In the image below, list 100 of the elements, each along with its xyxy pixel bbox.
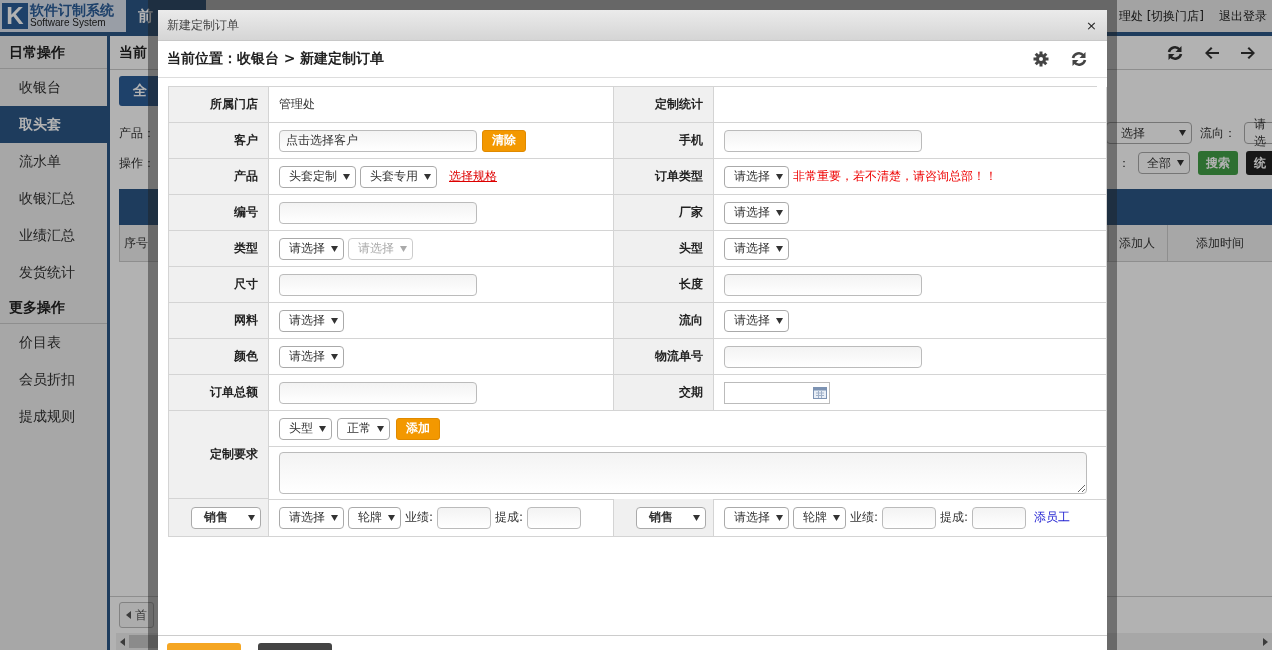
column-header: 添加时间 [1195, 235, 1245, 252]
sidebar-heading: 更多操作 [0, 291, 107, 324]
input-field[interactable] [972, 506, 1027, 529]
sidebar-item[interactable]: 收银汇总 [0, 180, 107, 217]
refresh-icon [1166, 44, 1184, 61]
caret-icon [343, 173, 350, 180]
dropdown[interactable]: 请选择 [724, 201, 789, 224]
caret-icon [400, 245, 407, 252]
dropdown[interactable]: 正常 [337, 417, 390, 440]
field-label: 定制要求 [210, 446, 258, 463]
link[interactable]: 添员工 [1034, 509, 1071, 526]
warning-text: 非常重要，若不清楚，请咨询总部！！ [793, 168, 997, 185]
input-field[interactable] [279, 381, 477, 404]
caret-icon [377, 425, 384, 432]
dropdown[interactable]: 全部 [1138, 152, 1190, 174]
caret-icon [776, 514, 783, 521]
dropdown[interactable]: 轮牌 [348, 506, 401, 529]
caret-icon [331, 245, 338, 252]
caret-icon [776, 245, 783, 252]
field-label: 所属门店 [210, 96, 258, 113]
sidebar-item[interactable]: 收银台 [0, 69, 107, 106]
dropdown[interactable]: 请选择 [724, 309, 789, 332]
dropdown[interactable]: 轮牌 [793, 506, 846, 529]
dropdown[interactable]: 请选择 [279, 506, 344, 529]
caret-icon [247, 514, 255, 521]
dropdown[interactable]: 头型 [279, 417, 332, 440]
field-label: 颜色 [234, 348, 258, 365]
caret-icon [331, 514, 338, 521]
sidebar-item[interactable]: 业绩汇总 [0, 217, 107, 254]
input-field[interactable] [724, 345, 922, 368]
sidebar-item[interactable]: 价目表 [0, 324, 107, 361]
sidebar-item[interactable]: 流水单 [0, 143, 107, 180]
dropdown[interactable]: 请选择 [279, 237, 344, 260]
dropdown[interactable]: 请选择 [279, 345, 344, 368]
dropdown[interactable]: 头套专用 [360, 165, 437, 188]
field-label: 类型 [234, 240, 258, 257]
field-value: 管理处 [279, 96, 315, 113]
settings-icon [1033, 51, 1049, 67]
caret-icon [388, 514, 395, 521]
field-label: 长度 [679, 276, 703, 293]
caret-icon [776, 317, 783, 324]
link[interactable]: 选择规格 [449, 168, 497, 185]
close-button[interactable]: × [1084, 17, 1099, 33]
filter-label: 操作： [119, 154, 155, 172]
sidebar-item[interactable]: 提成规则 [0, 398, 107, 435]
field-label: 客户 [234, 132, 258, 149]
sidebar-item[interactable]: 会员折扣 [0, 361, 107, 398]
refresh-icon [1070, 51, 1088, 67]
caret-icon [424, 173, 431, 180]
field-label: 交期 [679, 384, 703, 401]
filter-label: 流向： [1199, 124, 1236, 142]
input-field[interactable] [527, 506, 582, 529]
store-switch-link[interactable]: 理处 [切换门店] [1118, 7, 1204, 25]
breadcrumb: 当前 [119, 43, 147, 62]
filter-label: ： [1118, 154, 1130, 172]
field-label: 网料 [234, 312, 258, 329]
field-label: 编号 [234, 204, 258, 221]
calendar-icon [813, 386, 827, 399]
dropdown[interactable]: 请选择 [724, 237, 789, 260]
arrow-right-icon [1240, 45, 1256, 60]
field-label: 物流单号 [655, 348, 703, 365]
sidebar-heading: 日常操作 [0, 36, 107, 69]
caret-icon [331, 353, 338, 360]
caret-icon [319, 425, 326, 432]
field-label: 产品 [234, 168, 258, 185]
input-field[interactable] [724, 273, 922, 296]
filter-label: 产品： [119, 124, 155, 142]
field-label: 业绩: [405, 509, 434, 526]
dropdown[interactable]: 请选择 [279, 309, 344, 332]
breadcrumb: 当前位置：收银台 > 新建定制订单 [167, 50, 385, 68]
caret-icon [331, 317, 338, 324]
dropdown[interactable]: 请选择 [724, 506, 789, 529]
date-field[interactable] [724, 381, 830, 404]
stats-button[interactable]: 统 [1246, 151, 1272, 175]
field-label: 业绩: [850, 509, 879, 526]
caret-icon [692, 514, 700, 521]
input-field[interactable]: 点击选择客户 [279, 129, 477, 152]
dialog-title: 新建定制订单 [167, 16, 239, 34]
field-label: 订单总额 [210, 384, 258, 401]
caret-icon [1178, 130, 1186, 136]
input-field[interactable] [437, 506, 492, 529]
input-field[interactable] [279, 273, 477, 296]
dropdown[interactable]: 销售 [190, 506, 261, 529]
logout-link[interactable]: 退出登录 [1219, 7, 1267, 25]
input-field[interactable] [279, 201, 477, 224]
field-label: 订单类型 [655, 168, 703, 185]
triangle-left-icon [126, 611, 131, 619]
field-label: 头型 [679, 240, 703, 257]
scroll-left-icon [120, 637, 125, 646]
sidebar-item[interactable]: 取头套 [0, 106, 107, 143]
sidebar-item[interactable]: 发货统计 [0, 254, 107, 291]
input-field[interactable] [882, 506, 937, 529]
text-area[interactable] [279, 452, 1087, 494]
dropdown[interactable]: 请选择 [724, 165, 789, 188]
caret-icon [776, 173, 783, 180]
arrow-left-icon [1204, 45, 1220, 60]
dropdown[interactable]: 头套定制 [279, 165, 356, 188]
input-field[interactable] [724, 129, 922, 152]
dropdown[interactable]: 销售 [635, 506, 706, 529]
caret-icon [833, 514, 840, 521]
